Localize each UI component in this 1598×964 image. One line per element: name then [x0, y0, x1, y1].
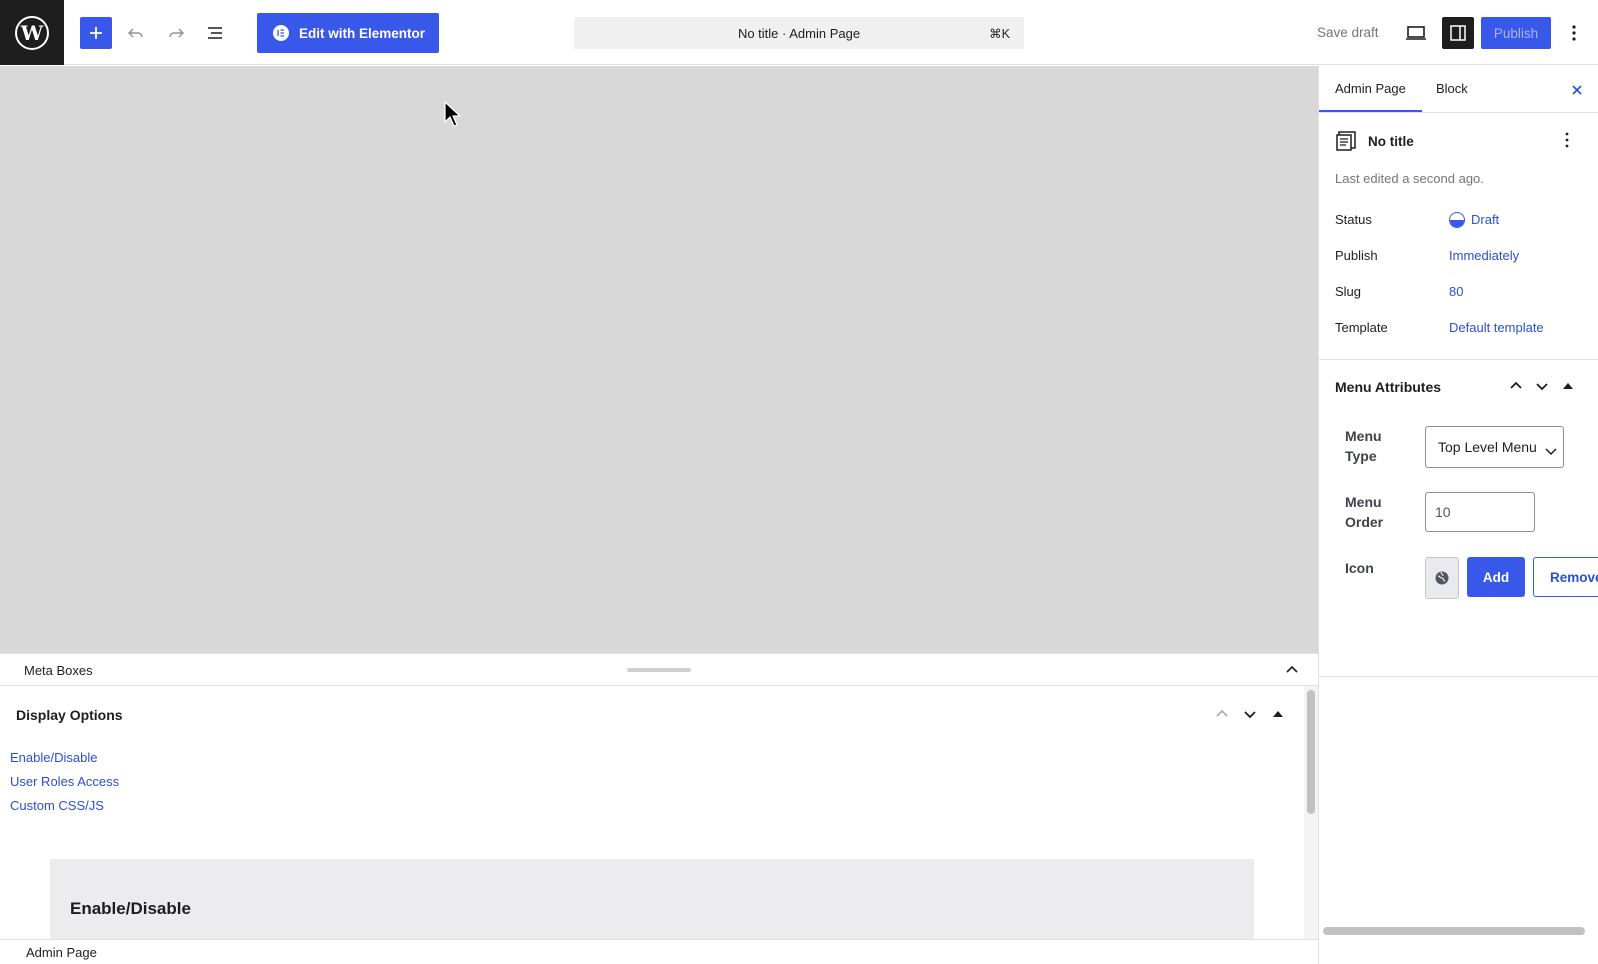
- page-icon: [1335, 130, 1357, 157]
- wordpress-logo-icon[interactable]: W: [0, 0, 64, 65]
- meta-boxes-body: Display Options Enable/Disable User Role…: [0, 686, 1304, 939]
- icon-label: Icon: [1345, 560, 1374, 576]
- publish-button[interactable]: Publish: [1481, 17, 1551, 49]
- resize-handle[interactable]: [627, 668, 691, 672]
- document-title-label: No title: [1368, 134, 1414, 149]
- tab-block[interactable]: Block: [1436, 81, 1468, 96]
- status-text: Draft: [1471, 212, 1500, 227]
- editor-canvas[interactable]: [0, 66, 1318, 653]
- move-up-icon[interactable]: [1213, 705, 1231, 723]
- menu-attributes-title: Menu Attributes: [1335, 379, 1442, 395]
- active-tab-indicator: [1319, 110, 1422, 112]
- move-down-icon[interactable]: [1533, 377, 1551, 395]
- edit-with-elementor-button[interactable]: Edit with Elementor: [257, 13, 439, 53]
- more-options-icon[interactable]: [1558, 17, 1590, 49]
- template-label: Template: [1335, 320, 1388, 335]
- section-divider: [1319, 676, 1598, 677]
- publish-label: Publish: [1335, 248, 1378, 263]
- chevron-up-icon[interactable]: [1284, 662, 1300, 678]
- editor-footer: Admin Page: [0, 939, 1318, 964]
- command-palette-bar[interactable]: No title · Admin Page ⌘K: [574, 17, 1024, 49]
- display-options-title: Display Options: [16, 707, 123, 723]
- template-value[interactable]: Default template: [1449, 320, 1544, 335]
- sidebar-tabs: Admin Page Block: [1319, 66, 1598, 113]
- add-icon-button[interactable]: Add: [1467, 557, 1525, 597]
- user-roles-access-link[interactable]: User Roles Access: [10, 774, 119, 789]
- menu-icon-preview: [1425, 557, 1459, 599]
- editor-header: W Edit with Elementor No title · Admin P…: [0, 0, 1598, 65]
- meta-boxes-scrollbar[interactable]: [1304, 686, 1318, 939]
- svg-text:W: W: [20, 21, 44, 45]
- status-label: Status: [1335, 212, 1372, 227]
- section-heading: Enable/Disable: [70, 899, 191, 918]
- menu-attributes-controls: [1507, 377, 1577, 395]
- menu-type-value: Top Level Menu: [1438, 439, 1537, 455]
- chevron-down-icon: [1545, 443, 1557, 459]
- publish-date-value[interactable]: Immediately: [1449, 248, 1519, 263]
- enable-disable-link[interactable]: Enable/Disable: [10, 750, 97, 765]
- scrollbar-thumb[interactable]: [1307, 690, 1315, 814]
- list-view-icon[interactable]: [199, 17, 231, 49]
- slug-value[interactable]: 80: [1449, 284, 1463, 299]
- redo-icon[interactable]: [160, 17, 192, 49]
- status-value[interactable]: Draft: [1449, 212, 1499, 228]
- menu-order-label-line2: Order: [1345, 514, 1384, 530]
- custom-css-js-link[interactable]: Custom CSS/JS: [10, 798, 104, 813]
- shortcut-hint: ⌘K: [989, 27, 1010, 41]
- footer-breadcrumb[interactable]: Admin Page: [26, 945, 97, 960]
- menu-order-input[interactable]: 10: [1425, 492, 1535, 532]
- draft-status-icon: [1449, 212, 1465, 228]
- mouse-cursor-icon: [444, 100, 462, 132]
- document-title: No title · Admin Page: [737, 26, 861, 41]
- add-block-button[interactable]: [80, 17, 112, 49]
- section-divider: [1319, 359, 1598, 360]
- elementor-button-label: Edit with Elementor: [299, 25, 426, 41]
- slug-label: Slug: [1335, 284, 1362, 299]
- last-edited-text: Last edited a second ago.: [1335, 171, 1484, 186]
- undo-icon[interactable]: [120, 17, 152, 49]
- menu-order-label-line1: Menu: [1345, 494, 1382, 510]
- enable-disable-section: Enable/Disable: [50, 859, 1254, 939]
- document-actions-icon[interactable]: [1565, 132, 1581, 150]
- toggle-panel-icon[interactable]: [1559, 377, 1577, 395]
- panel-controls: [1213, 705, 1287, 723]
- menu-type-label-line1: Menu: [1345, 428, 1382, 444]
- menu-order-label: Menu Order: [1345, 492, 1383, 532]
- settings-sidebar: Admin Page Block No title Last edited a …: [1318, 66, 1598, 964]
- toggle-panel-icon[interactable]: [1269, 705, 1287, 723]
- move-up-icon[interactable]: [1507, 377, 1525, 395]
- menu-type-select[interactable]: Top Level Menu: [1425, 426, 1564, 468]
- elementor-icon: [273, 25, 289, 41]
- meta-boxes-header[interactable]: Meta Boxes: [0, 653, 1318, 686]
- save-draft-button[interactable]: Save draft: [1317, 25, 1379, 40]
- close-icon[interactable]: [1569, 82, 1585, 98]
- meta-boxes-title: Meta Boxes: [24, 663, 93, 678]
- settings-sidebar-toggle-icon[interactable]: [1442, 17, 1474, 49]
- sidebar-horizontal-scrollbar[interactable]: [1323, 927, 1585, 935]
- remove-icon-button[interactable]: Remove: [1533, 557, 1598, 597]
- move-down-icon[interactable]: [1241, 705, 1259, 723]
- menu-type-label-line2: Type: [1345, 448, 1377, 464]
- preview-device-icon[interactable]: [1400, 17, 1432, 49]
- menu-type-label: Menu Type: [1345, 426, 1382, 466]
- tab-admin-page[interactable]: Admin Page: [1335, 81, 1406, 96]
